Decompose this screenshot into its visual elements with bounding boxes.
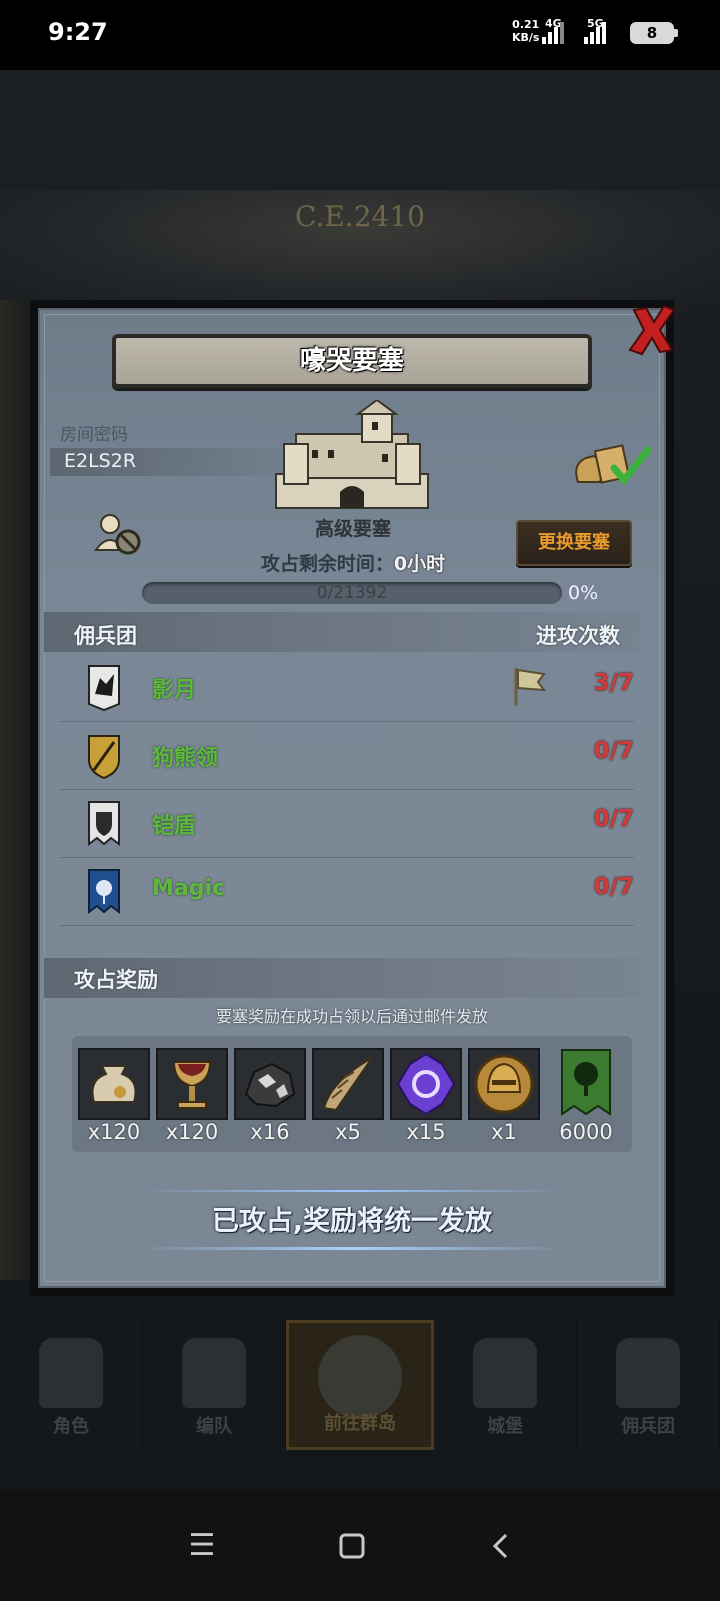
dialog-title: 嚎哭要塞 bbox=[299, 346, 404, 376]
nav-item-formation[interactable]: 编队 bbox=[143, 1320, 286, 1450]
clock: 9:27 bbox=[48, 18, 108, 46]
goblet-icon bbox=[172, 1061, 212, 1109]
reward-quantity: x16 bbox=[250, 1120, 290, 1144]
reward-quantity: x5 bbox=[335, 1120, 361, 1144]
golden-helmet-icon bbox=[474, 1054, 534, 1114]
purple-crystal-icon bbox=[396, 1052, 456, 1116]
rose-banner-icon bbox=[88, 869, 120, 914]
attack-count: 3/7 bbox=[593, 670, 634, 696]
change-fortress-button[interactable]: 更换要塞 bbox=[516, 520, 632, 566]
remaining-time-value: 0小时 bbox=[393, 553, 446, 575]
globe-icon bbox=[318, 1335, 402, 1419]
reward-slot[interactable] bbox=[78, 1048, 150, 1120]
attack-count: 0/7 bbox=[593, 874, 634, 900]
legion-row[interactable]: 影月 3/7 bbox=[60, 654, 634, 722]
rewards-header: 攻占奖励 bbox=[74, 968, 158, 992]
flag-icon bbox=[514, 668, 547, 706]
reward-slot[interactable] bbox=[312, 1048, 384, 1120]
nav-label: 角色 bbox=[53, 1416, 89, 1437]
claim-status-label: 已攻占,奖励将统一发放 bbox=[211, 1206, 493, 1237]
legion-name: 铠盾 bbox=[152, 814, 197, 839]
bottom-nav: 角色 编队 前往群岛 城堡 佣兵团 bbox=[0, 1320, 720, 1450]
knight-icon bbox=[39, 1338, 103, 1408]
fortress-type: 高级要塞 bbox=[314, 518, 391, 540]
capture-progress-percent: 0% bbox=[568, 582, 599, 604]
reward-quantity: x120 bbox=[165, 1120, 219, 1144]
net-speed-value: 0.21 bbox=[512, 18, 540, 31]
button-glow-bottom bbox=[140, 1247, 564, 1250]
signal-icon bbox=[542, 22, 564, 44]
reward-quantity: 6000 bbox=[559, 1120, 613, 1144]
reward-slot[interactable] bbox=[468, 1048, 540, 1120]
capture-progress-text: 0/21392 bbox=[316, 583, 388, 603]
attack-count: 0/7 bbox=[593, 738, 634, 764]
close-icon[interactable] bbox=[628, 302, 676, 356]
battery-indicator: 8 bbox=[630, 22, 678, 44]
nav-item-mercenary[interactable]: 佣兵团 bbox=[577, 1320, 720, 1450]
tree-banner-icon bbox=[561, 1049, 611, 1116]
reward-quantity: x15 bbox=[406, 1120, 446, 1144]
nav-label: 前往群岛 bbox=[324, 1413, 396, 1434]
ore-rock-icon bbox=[244, 1062, 296, 1108]
reward-quantity: x120 bbox=[87, 1120, 141, 1144]
no-user-icon[interactable] bbox=[94, 512, 142, 556]
nav-item-castle[interactable]: 城堡 bbox=[434, 1320, 577, 1450]
claim-status-button[interactable]: 已攻占,奖励将统一发放 bbox=[140, 1190, 564, 1254]
signal-icon bbox=[584, 22, 606, 44]
nav-label: 编队 bbox=[196, 1416, 232, 1437]
reward-slot[interactable] bbox=[390, 1048, 462, 1120]
reward-slot[interactable] bbox=[234, 1048, 306, 1120]
legion-name: Magic bbox=[152, 876, 226, 901]
home-icon[interactable] bbox=[332, 1528, 372, 1564]
formation-icon bbox=[182, 1338, 246, 1408]
status-bar: 9:27 0.21 KB/s 4G 5G 8 bbox=[0, 0, 720, 70]
loot-bag-checked-icon[interactable] bbox=[572, 440, 652, 488]
attack-count: 0/7 bbox=[593, 806, 634, 832]
dialog-title-plate: 嚎哭要塞 bbox=[112, 334, 592, 388]
button-glow-top bbox=[140, 1190, 564, 1192]
shield-banner-icon bbox=[88, 801, 120, 846]
remaining-time: 攻占剩余时间：0小时 bbox=[200, 549, 506, 576]
era-label: C.E.2410 bbox=[295, 200, 425, 233]
room-code-value[interactable]: E2LS2R bbox=[64, 450, 136, 472]
legion-header: 佣兵团 bbox=[74, 624, 137, 648]
horn-icon bbox=[322, 1057, 373, 1112]
coin-pouch-icon bbox=[91, 1065, 137, 1103]
nav-label: 城堡 bbox=[487, 1416, 523, 1437]
legion-row[interactable]: 狗熊领 0/7 bbox=[60, 722, 634, 790]
menu-icon[interactable]: ☰ bbox=[182, 1528, 222, 1564]
nav-label: 佣兵团 bbox=[621, 1416, 675, 1437]
remaining-time-label: 攻占剩余时间： bbox=[260, 553, 394, 575]
net-speed: 0.21 KB/s bbox=[512, 18, 539, 44]
wolf-banner-icon bbox=[88, 665, 120, 712]
change-fortress-label: 更换要塞 bbox=[538, 532, 610, 553]
rewards-note: 要塞奖励在成功占领以后通过邮件发放 bbox=[215, 1007, 488, 1026]
nav-item-islands[interactable]: 前往群岛 bbox=[286, 1320, 434, 1450]
nav-item-role[interactable]: 角色 bbox=[0, 1320, 143, 1450]
system-nav-bar: ☰ bbox=[0, 1490, 720, 1601]
castle-icon bbox=[275, 400, 429, 509]
castle-icon bbox=[473, 1338, 537, 1408]
legion-row[interactable]: 铠盾 0/7 bbox=[60, 790, 634, 858]
net-speed-unit: KB/s bbox=[512, 31, 540, 44]
sword-shield-icon bbox=[88, 735, 120, 780]
reward-slot[interactable] bbox=[556, 1048, 616, 1120]
attack-count-header: 进攻次数 bbox=[536, 624, 620, 648]
background-strip bbox=[0, 300, 30, 1280]
legion-name: 影月 bbox=[152, 678, 197, 703]
reward-slot[interactable] bbox=[156, 1048, 228, 1120]
back-icon[interactable] bbox=[482, 1528, 522, 1564]
legion-row[interactable]: Magic 0/7 bbox=[60, 858, 634, 926]
legion-name: 狗熊领 bbox=[152, 746, 219, 771]
reward-quantity: x1 bbox=[491, 1120, 517, 1144]
mercenary-icon bbox=[616, 1338, 680, 1408]
room-code-label: 房间密码 bbox=[60, 425, 128, 445]
